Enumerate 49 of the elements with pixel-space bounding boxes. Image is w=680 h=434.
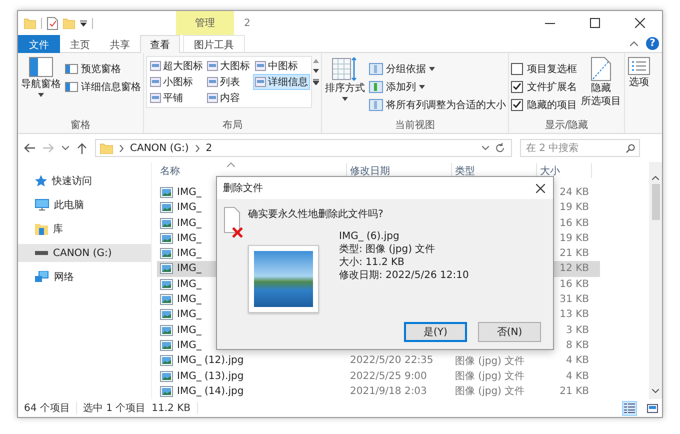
file-size: 4 KB (566, 355, 589, 366)
file-detail: 类型: 图像 (jpg) 文件 (339, 244, 436, 256)
file-name: IMG_ (12).jpg (177, 355, 244, 366)
file-size: 19 KB (560, 232, 589, 244)
selection-count: 选中 1 个项目 (82, 402, 146, 415)
item-count: 64 个项目 (24, 402, 70, 415)
group-label: 布局 (222, 119, 244, 133)
file-name: IMG_ (177, 340, 202, 351)
file-size: 31 KB (560, 294, 589, 306)
file-name: IMG_ (177, 187, 202, 198)
file-name: IMG_ (6).jpg (339, 231, 400, 243)
file-name: IMG_ (177, 248, 202, 260)
modified-date: 2021/9/18 2:03 (350, 386, 427, 397)
selection-size: 11.2 KB (152, 402, 191, 414)
file-detail: 修改日期: 2022/5/26 12:10 (339, 270, 469, 282)
file-size: 21 KB (560, 386, 589, 397)
file-name: IMG_ (177, 218, 202, 229)
file-name: IMG_ (177, 202, 202, 214)
file-name: IMG_ (177, 324, 202, 336)
file-size: 13 KB (560, 309, 589, 320)
file-detail: 大小: 11.2 KB (339, 257, 406, 269)
file-size: 8 KB (566, 340, 589, 351)
group-label: 显示/隐藏 (544, 118, 590, 133)
confirm-question: 确实要永久性地删除此文件吗? (248, 208, 384, 221)
modified-date: 2022/5/25 9:00 (350, 370, 427, 382)
file-size: 3 KB (566, 324, 589, 336)
file-name: IMG_ (13).jpg (177, 370, 244, 382)
file-name: IMG_ (14).jpg (177, 386, 244, 397)
file-name: IMG_ (177, 278, 202, 290)
file-name: IMG_ (177, 232, 202, 244)
file-size: 21 KB (560, 248, 589, 260)
file-type: 图像 (jpg) 文件 (455, 370, 525, 384)
contextual-tab-header: 管理 (176, 11, 234, 35)
file-name: IMG_ (177, 263, 202, 274)
file-size: 19 KB (560, 202, 589, 214)
modified-date: 2022/5/20 22:35 (350, 355, 434, 366)
window-title: 2 (244, 18, 250, 28)
file-name: IMG_ (177, 294, 202, 306)
group-label: 当前视图 (394, 118, 436, 133)
file-name: IMG_ (177, 309, 202, 320)
file-size: 24 KB (560, 187, 589, 198)
file-size: 4 KB (566, 370, 589, 382)
group-label: 窗格 (70, 118, 92, 133)
dialog-title: 删除文件 (223, 182, 263, 195)
file-size: 16 KB (560, 218, 589, 229)
file-size: 12 KB (560, 263, 589, 274)
file-size: 16 KB (560, 278, 589, 290)
file-type: 图像 (jpg) 文件 (455, 384, 525, 398)
file-type: 图像 (jpg) 文件 (455, 354, 525, 368)
